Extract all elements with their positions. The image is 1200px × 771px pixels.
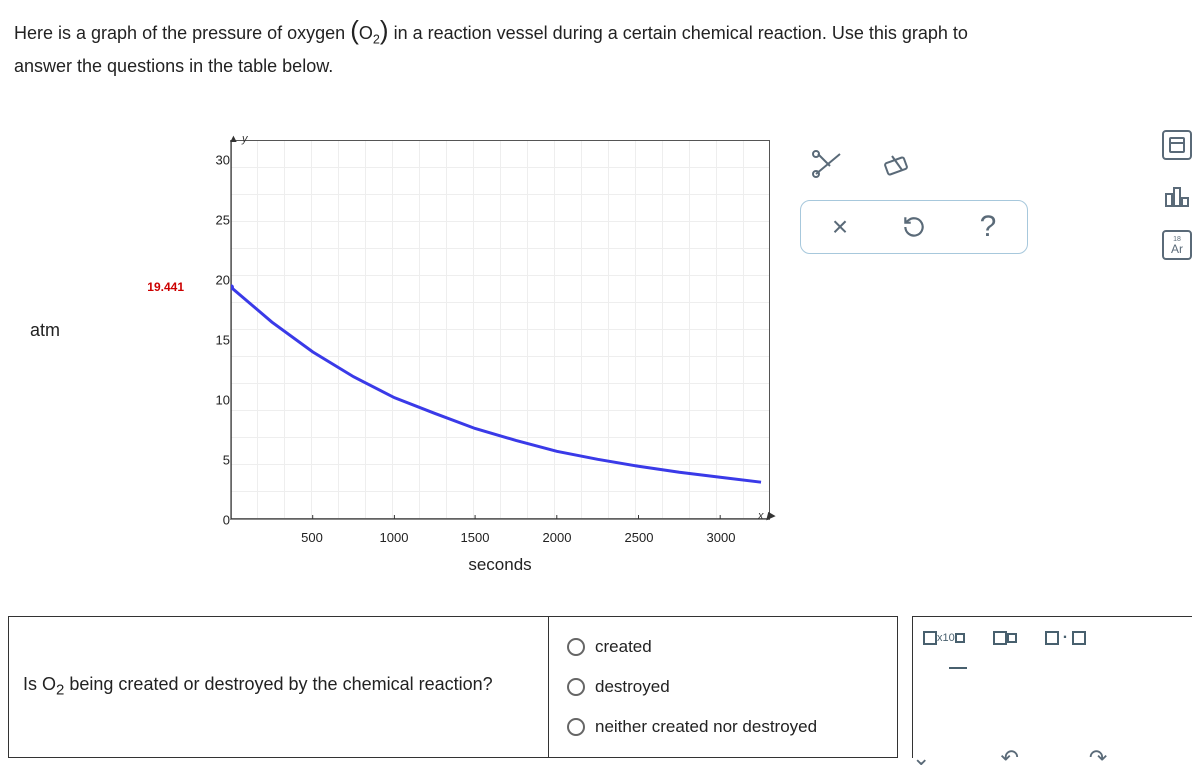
action-toolbar: × ?	[800, 200, 1028, 254]
x-tick: 1500	[461, 530, 490, 545]
prompt-text: in a reaction vessel during a certain ch…	[394, 23, 968, 43]
palette-down-icon[interactable]: ⌄	[912, 745, 930, 771]
cut-tool-icon[interactable]	[800, 140, 856, 188]
data-curve	[231, 141, 769, 519]
x-tick: 2500	[625, 530, 654, 545]
radio-icon[interactable]	[567, 638, 585, 656]
side-panel: 18Ar	[1162, 130, 1192, 260]
y-tick: 10	[190, 393, 230, 408]
question-prompt: Here is a graph of the pressure of oxyge…	[0, 0, 1200, 80]
option-destroyed[interactable]: destroyed	[567, 677, 879, 697]
option-label: neither created nor destroyed	[595, 717, 817, 737]
prompt-text: answer the questions in the table below.	[14, 56, 333, 76]
y-tick: 25	[190, 213, 230, 228]
help-button[interactable]: ?	[953, 205, 1023, 249]
option-label: created	[595, 637, 652, 657]
chart: atm 0 5 10 15 20 25 30 19.441 ▲ y x ▶	[120, 120, 780, 600]
palette-sci-notation[interactable]: x10	[923, 631, 965, 646]
o2-formula: O2	[42, 674, 64, 694]
y-tick: 20	[190, 273, 230, 288]
option-created[interactable]: created	[567, 637, 879, 657]
x-tick: 1000	[380, 530, 409, 545]
palette-fraction[interactable]	[949, 665, 967, 671]
option-neither[interactable]: neither created nor destroyed	[567, 717, 879, 737]
y-tick: 30	[190, 153, 230, 168]
flask-icon[interactable]	[1162, 180, 1192, 210]
question-cell: Is O2 being created or destroyed by the …	[9, 617, 549, 757]
graph-toolbar	[800, 140, 924, 188]
options-cell: created destroyed neither created nor de…	[549, 617, 897, 757]
formula-palette: x10 ·	[912, 616, 1192, 758]
y-tick: 5	[190, 453, 230, 468]
prompt-text: Here is a graph of the pressure of oxyge…	[14, 23, 350, 43]
answer-table: Is O2 being created or destroyed by the …	[8, 616, 898, 758]
y-marker-label: 19.441	[147, 280, 184, 294]
x-tick: 2000	[543, 530, 572, 545]
reset-icon	[901, 214, 927, 240]
y-tick: 0	[190, 513, 230, 528]
eraser-tool-icon[interactable]	[868, 140, 924, 188]
reset-button[interactable]	[879, 205, 949, 249]
o2-formula: (O2)	[350, 23, 388, 43]
palette-redo-icon[interactable]: ↷	[1089, 745, 1107, 771]
help-icon: ?	[980, 210, 997, 244]
radio-icon[interactable]	[567, 678, 585, 696]
close-button[interactable]: ×	[805, 205, 875, 249]
option-label: destroyed	[595, 677, 670, 697]
x-tick: 500	[301, 530, 323, 545]
palette-nav: ⌄ ↶ ↷	[912, 745, 1107, 771]
radio-icon[interactable]	[567, 718, 585, 736]
y-tick: 15	[190, 333, 230, 348]
periodic-table-icon[interactable]: 18Ar	[1162, 230, 1192, 260]
palette-superscript[interactable]	[993, 631, 1017, 646]
y-axis-label: atm	[30, 320, 60, 341]
close-icon: ×	[832, 211, 848, 243]
x-tick: 3000	[707, 530, 736, 545]
plot-area[interactable]: ▲ y x ▶	[230, 140, 770, 520]
calculator-icon[interactable]	[1162, 130, 1192, 160]
palette-dot[interactable]: ·	[1045, 629, 1086, 647]
x-axis-label: seconds	[230, 555, 770, 575]
palette-undo-icon[interactable]: ↶	[1000, 745, 1018, 771]
